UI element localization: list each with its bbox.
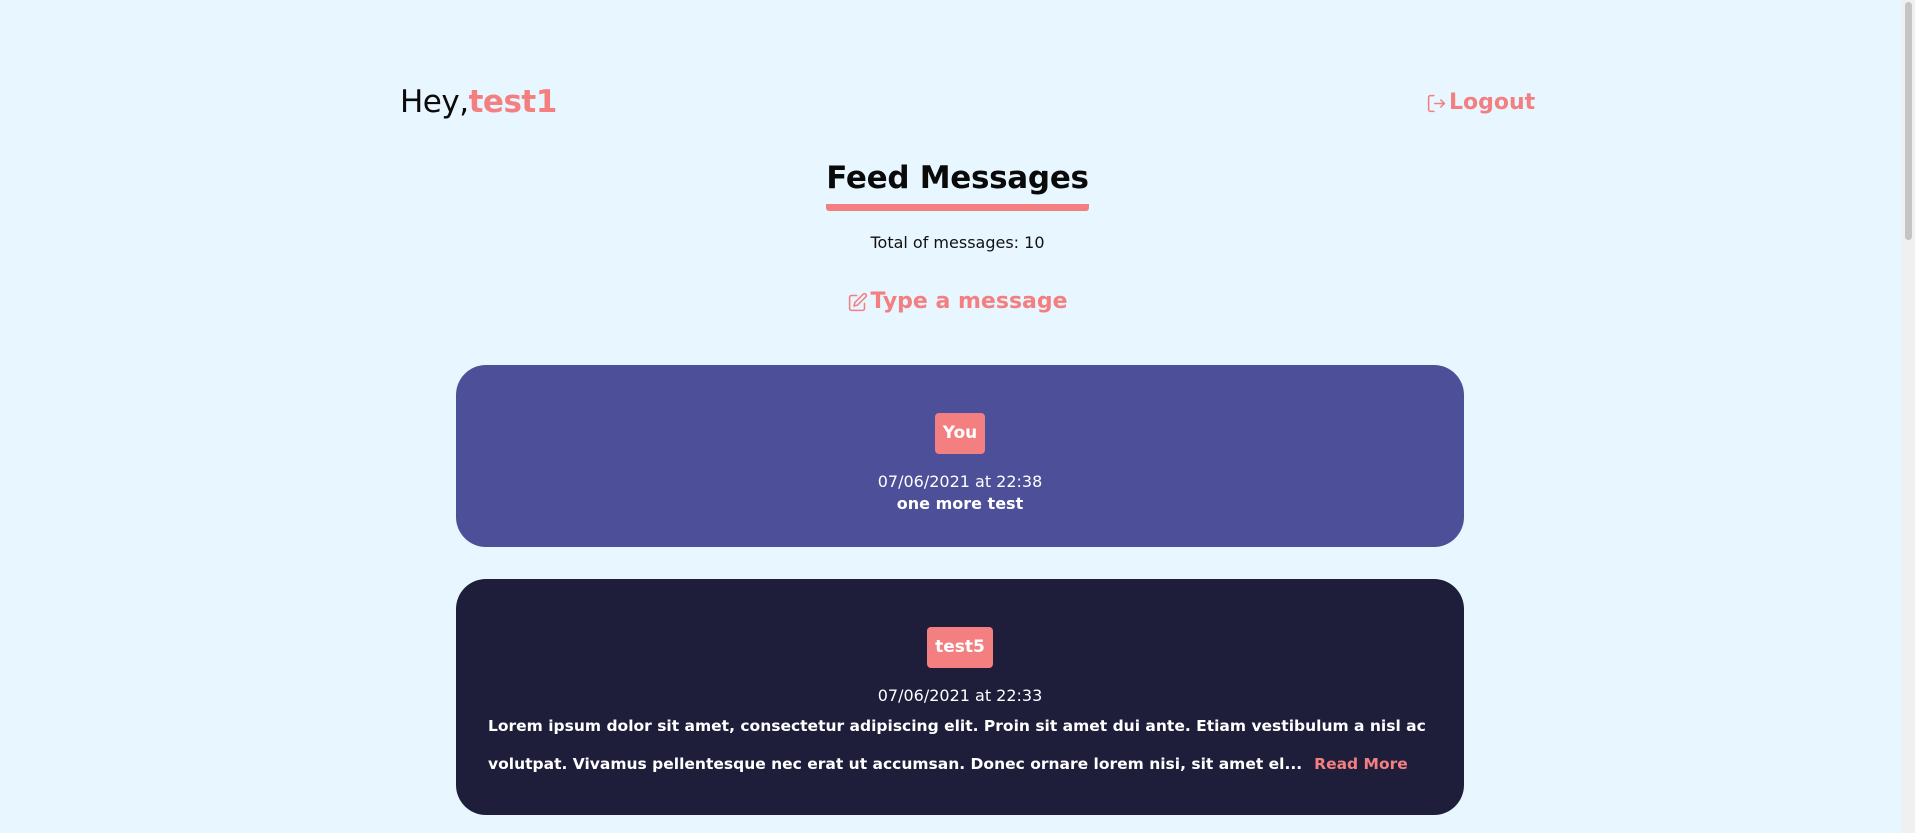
greeting: Hey,test1 (400, 80, 557, 124)
author-badge: You (934, 413, 986, 454)
message-count: Total of messages: 10 (870, 233, 1045, 252)
message-date: 07/06/2021 at 22:33 (877, 686, 1043, 705)
message-date: 07/06/2021 at 22:38 (877, 472, 1043, 491)
username: test1 (468, 84, 558, 120)
logout-label: Logout (1449, 90, 1536, 115)
scrollbar-thumb[interactable] (1905, 2, 1912, 240)
compose-label: Type a message (870, 289, 1068, 314)
read-more-link[interactable]: Read More (1314, 755, 1408, 773)
message-card: You 07/06/2021 at 22:38 one more test (456, 365, 1464, 547)
logout-button[interactable]: Logout (1426, 88, 1535, 118)
page-title: Feed Messages (826, 158, 1089, 211)
compose-message-button[interactable]: Type a message (0, 287, 1915, 317)
author-badge: test5 (927, 627, 993, 668)
message-text: one more test (896, 494, 1024, 513)
greeting-text: Hey, (400, 84, 469, 120)
message-text: Lorem ipsum dolor sit amet, consectetur … (488, 717, 1426, 773)
feed-title-wrap: Feed Messages (0, 158, 1915, 211)
logout-icon (1427, 94, 1446, 112)
message-text-wrap: Lorem ipsum dolor sit amet, consectetur … (456, 707, 1464, 783)
edit-icon (849, 292, 868, 311)
scrollbar[interactable] (1902, 0, 1915, 833)
message-card: test5 07/06/2021 at 22:33 Lorem ipsum do… (456, 579, 1464, 815)
